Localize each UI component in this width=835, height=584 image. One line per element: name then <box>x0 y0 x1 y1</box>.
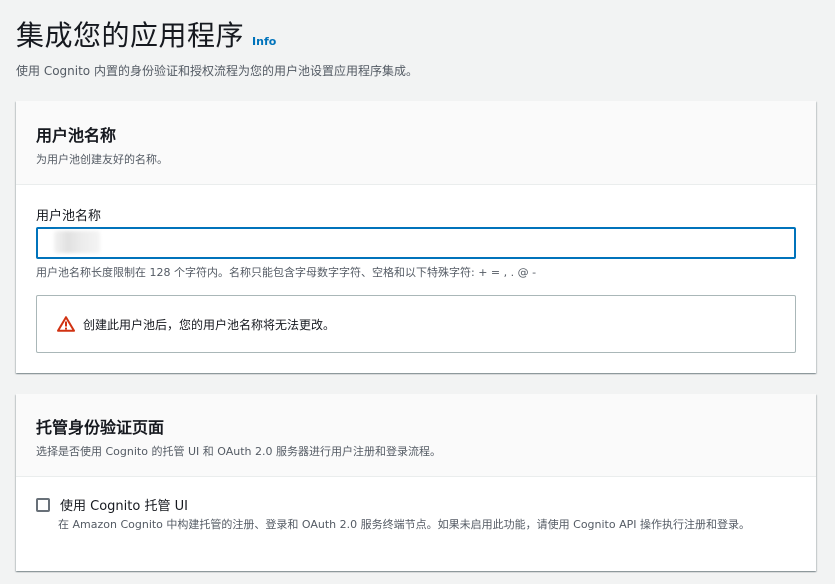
info-link[interactable]: Info <box>252 35 276 48</box>
panel-header: 托管身份验证页面 选择是否使用 Cognito 的托管 UI 和 OAuth 2… <box>16 394 816 477</box>
panel-title: 用户池名称 <box>36 126 117 145</box>
hosted-ui-checkbox-label[interactable]: 使用 Cognito 托管 UI <box>60 495 188 514</box>
page-header: 集成您的应用程序 Info 使用 Cognito 内置的身份验证和授权流程为您的… <box>16 18 418 79</box>
hosted-ui-checkbox-description: 在 Amazon Cognito 中构建托管的注册、登录和 OAuth 2.0 … <box>58 518 750 531</box>
panel-subtitle: 选择是否使用 Cognito 的托管 UI 和 OAuth 2.0 服务器进行用… <box>36 445 441 458</box>
panel-subtitle: 为用户池创建友好的名称。 <box>36 153 168 166</box>
hosted-ui-checkbox-row[interactable]: 使用 Cognito 托管 UI <box>36 495 188 514</box>
user-pool-name-input[interactable] <box>36 227 796 259</box>
user-pool-name-label: 用户池名称 <box>36 209 102 224</box>
hosted-ui-checkbox[interactable] <box>36 497 50 512</box>
page-description: 使用 Cognito 内置的身份验证和授权流程为您的用户池设置应用程序集成。 <box>16 64 418 78</box>
panel-header: 用户池名称 为用户池创建友好的名称。 <box>16 101 816 185</box>
user-pool-name-panel: 用户池名称 为用户池创建友好的名称。 用户池名称 用户池名称长度限制在 128 … <box>16 101 816 373</box>
panel-title: 托管身份验证页面 <box>36 418 165 437</box>
hosted-ui-panel: 托管身份验证页面 选择是否使用 Cognito 的托管 UI 和 OAuth 2… <box>16 394 816 571</box>
title-row: 集成您的应用程序 Info <box>16 18 418 54</box>
warning-alert: 创建此用户池后，您的用户池名称将无法更改。 <box>36 295 796 353</box>
name-constraint-text: 用户池名称长度限制在 128 个字符内。名称只能包含字母数字字符、空格和以下特殊… <box>36 266 537 279</box>
warning-text: 创建此用户池后，您的用户池名称将无法更改。 <box>83 317 336 332</box>
page-title: 集成您的应用程序 <box>16 19 245 52</box>
redacted-input-value <box>54 231 100 253</box>
warning-icon <box>57 316 75 332</box>
